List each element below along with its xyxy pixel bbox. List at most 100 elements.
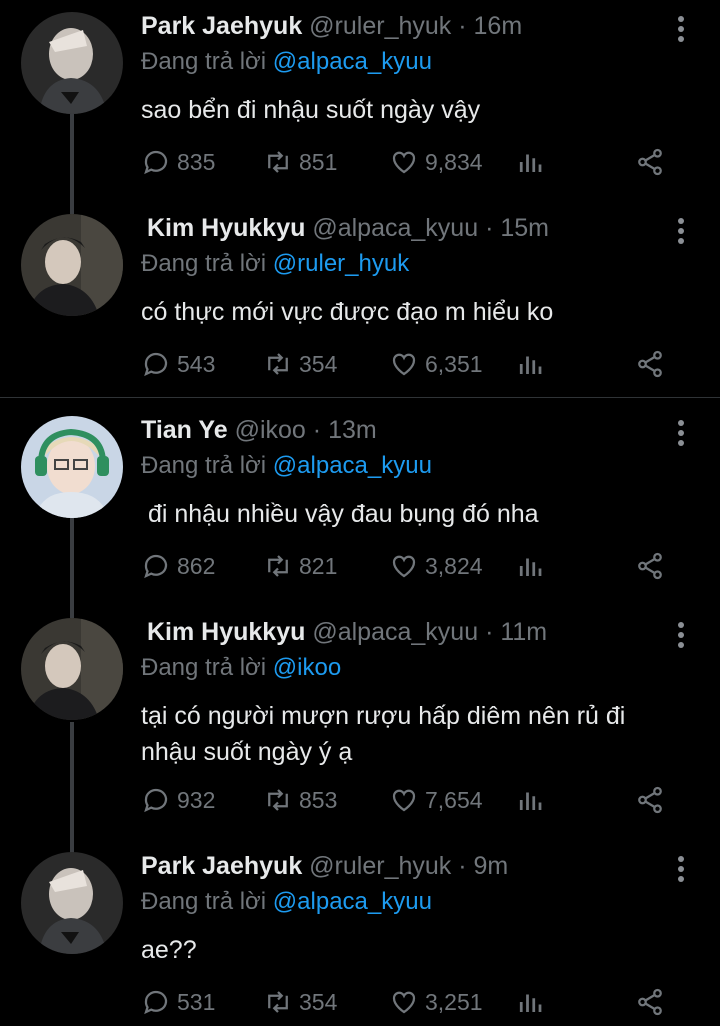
separator-dot: · [312, 416, 322, 444]
like-count: 7,654 [425, 786, 483, 813]
share-button[interactable] [635, 344, 671, 384]
reply-button[interactable]: 835 [141, 142, 215, 182]
reply-count: 932 [177, 786, 216, 813]
retweet-button[interactable]: 853 [263, 780, 337, 820]
user-handle[interactable]: @ikoo [235, 416, 306, 444]
mention-link[interactable]: @ikoo [273, 654, 341, 681]
tweet-text: có thực mới vực được đạo m hiểu ko [141, 294, 681, 330]
mention-link[interactable]: @ruler_hyuk [273, 250, 409, 277]
reply-button[interactable]: 531 [141, 982, 215, 1022]
timestamp[interactable]: 9m [474, 852, 509, 880]
display-name[interactable]: Tian Ye [141, 416, 228, 444]
tweet[interactable]: Park Jaehyuk @ruler_hyuk · 9m Đang trả l… [0, 840, 720, 1026]
avatar-kim-hyukkyu[interactable] [21, 618, 123, 720]
views-button[interactable] [515, 982, 551, 1022]
share-button[interactable] [635, 780, 671, 820]
user-handle[interactable]: @alpaca_kyuu [312, 618, 478, 646]
more-options-icon[interactable] [676, 218, 686, 248]
like-button[interactable]: 7,654 [389, 780, 483, 820]
reply-icon [144, 990, 168, 1015]
avatar-kim-hyukkyu[interactable] [21, 214, 123, 316]
avatar-tian-ye[interactable] [21, 416, 123, 518]
share-button[interactable] [635, 982, 671, 1022]
share-button[interactable] [635, 142, 671, 182]
display-name[interactable]: Park Jaehyuk [141, 852, 302, 880]
timestamp[interactable]: 16m [474, 12, 523, 40]
tweet[interactable]: Kim Hyukkyu @alpaca_kyuu · 11m Đang trả … [0, 606, 720, 838]
retweet-button[interactable]: 354 [263, 982, 337, 1022]
reply-prefix: Đang trả lời [141, 654, 267, 681]
views-button[interactable] [515, 780, 551, 820]
avatar-image [21, 214, 123, 316]
timestamp[interactable]: 13m [328, 416, 377, 444]
retweet-icon [268, 353, 288, 375]
user-handle[interactable]: @alpaca_kyuu [312, 214, 478, 242]
reply-count: 543 [177, 350, 216, 377]
retweet-icon [268, 151, 288, 173]
heart-icon [392, 991, 416, 1014]
tweet-text-line: ae?? [141, 936, 197, 964]
more-options-icon[interactable] [676, 16, 686, 46]
timestamp[interactable]: 15m [500, 214, 549, 242]
tweet[interactable]: Park Jaehyuk @ruler_hyuk · 16m Đang trả … [0, 0, 720, 200]
reply-count: 862 [177, 552, 216, 579]
retweet-button[interactable]: 821 [263, 546, 337, 586]
retweet-icon [268, 991, 288, 1013]
reply-icon [144, 788, 168, 813]
retweet-button[interactable]: 851 [263, 142, 337, 182]
retweet-count: 851 [299, 148, 338, 175]
views-icon [519, 792, 542, 810]
reply-prefix: Đang trả lời [141, 48, 267, 75]
like-count: 3,824 [425, 552, 483, 579]
retweet-button[interactable]: 354 [263, 344, 337, 384]
avatar-image [21, 852, 123, 954]
display-name[interactable]: Kim Hyukkyu [147, 618, 305, 646]
tweet-actions: 543 354 6,351 [141, 344, 701, 384]
tweet[interactable]: Tian Ye @ikoo · 13m Đang trả lời @alpaca… [0, 404, 720, 604]
share-button[interactable] [635, 546, 671, 586]
tweet-text: tại có người mượn rượu hấp diêm nên rủ đ… [141, 698, 681, 770]
mention-link[interactable]: @alpaca_kyuu [273, 48, 432, 75]
reply-prefix: Đang trả lời [141, 452, 267, 479]
views-icon [519, 558, 542, 576]
reply-prefix: Đang trả lời [141, 888, 267, 915]
retweet-count: 853 [299, 786, 338, 813]
like-count: 6,351 [425, 350, 483, 377]
like-button[interactable]: 3,251 [389, 982, 483, 1022]
user-handle[interactable]: @ruler_hyuk [309, 12, 451, 40]
more-options-icon[interactable] [676, 622, 686, 652]
reply-button[interactable]: 862 [141, 546, 215, 586]
views-icon [519, 994, 542, 1012]
heart-icon [392, 789, 416, 812]
like-button[interactable]: 3,824 [389, 546, 483, 586]
display-name[interactable]: Kim Hyukkyu [147, 214, 305, 242]
user-handle[interactable]: @ruler_hyuk [309, 852, 451, 880]
reply-prefix: Đang trả lời [141, 250, 267, 277]
tweet-header: Park Jaehyuk @ruler_hyuk · 16m [141, 12, 522, 41]
reply-button[interactable]: 543 [141, 344, 215, 384]
views-button[interactable] [515, 142, 551, 182]
reply-button[interactable]: 932 [141, 780, 215, 820]
tweet-text: ae?? [141, 932, 681, 968]
like-button[interactable]: 9,834 [389, 142, 483, 182]
like-count: 9,834 [425, 148, 483, 175]
views-button[interactable] [515, 546, 551, 586]
like-button[interactable]: 6,351 [389, 344, 483, 384]
avatar-park-jaehyuk[interactable] [21, 852, 123, 954]
tweet[interactable]: Kim Hyukkyu @alpaca_kyuu · 15m Đang trả … [0, 202, 720, 397]
display-name[interactable]: Park Jaehyuk [141, 12, 302, 40]
mention-link[interactable]: @alpaca_kyuu [273, 452, 432, 479]
mention-link[interactable]: @alpaca_kyuu [273, 888, 432, 915]
timestamp[interactable]: 11m [500, 618, 547, 646]
more-options-icon[interactable] [676, 420, 686, 450]
avatar-park-jaehyuk[interactable] [21, 12, 123, 114]
views-button[interactable] [515, 344, 551, 384]
more-options-icon[interactable] [676, 856, 686, 886]
tweet-text-line: sao bển đi nhậu suốt ngày vậy [141, 96, 481, 124]
separator-dot: · [458, 852, 467, 880]
tweet-text: đi nhậu nhiều vậy đau bụng đó nha [141, 496, 681, 532]
reply-count: 835 [177, 148, 216, 175]
avatar-image [21, 618, 123, 720]
separator-dot: · [485, 214, 494, 242]
tweet-text-line: tại có người mượn rượu hấp diêm nên rủ đ… [141, 702, 626, 730]
